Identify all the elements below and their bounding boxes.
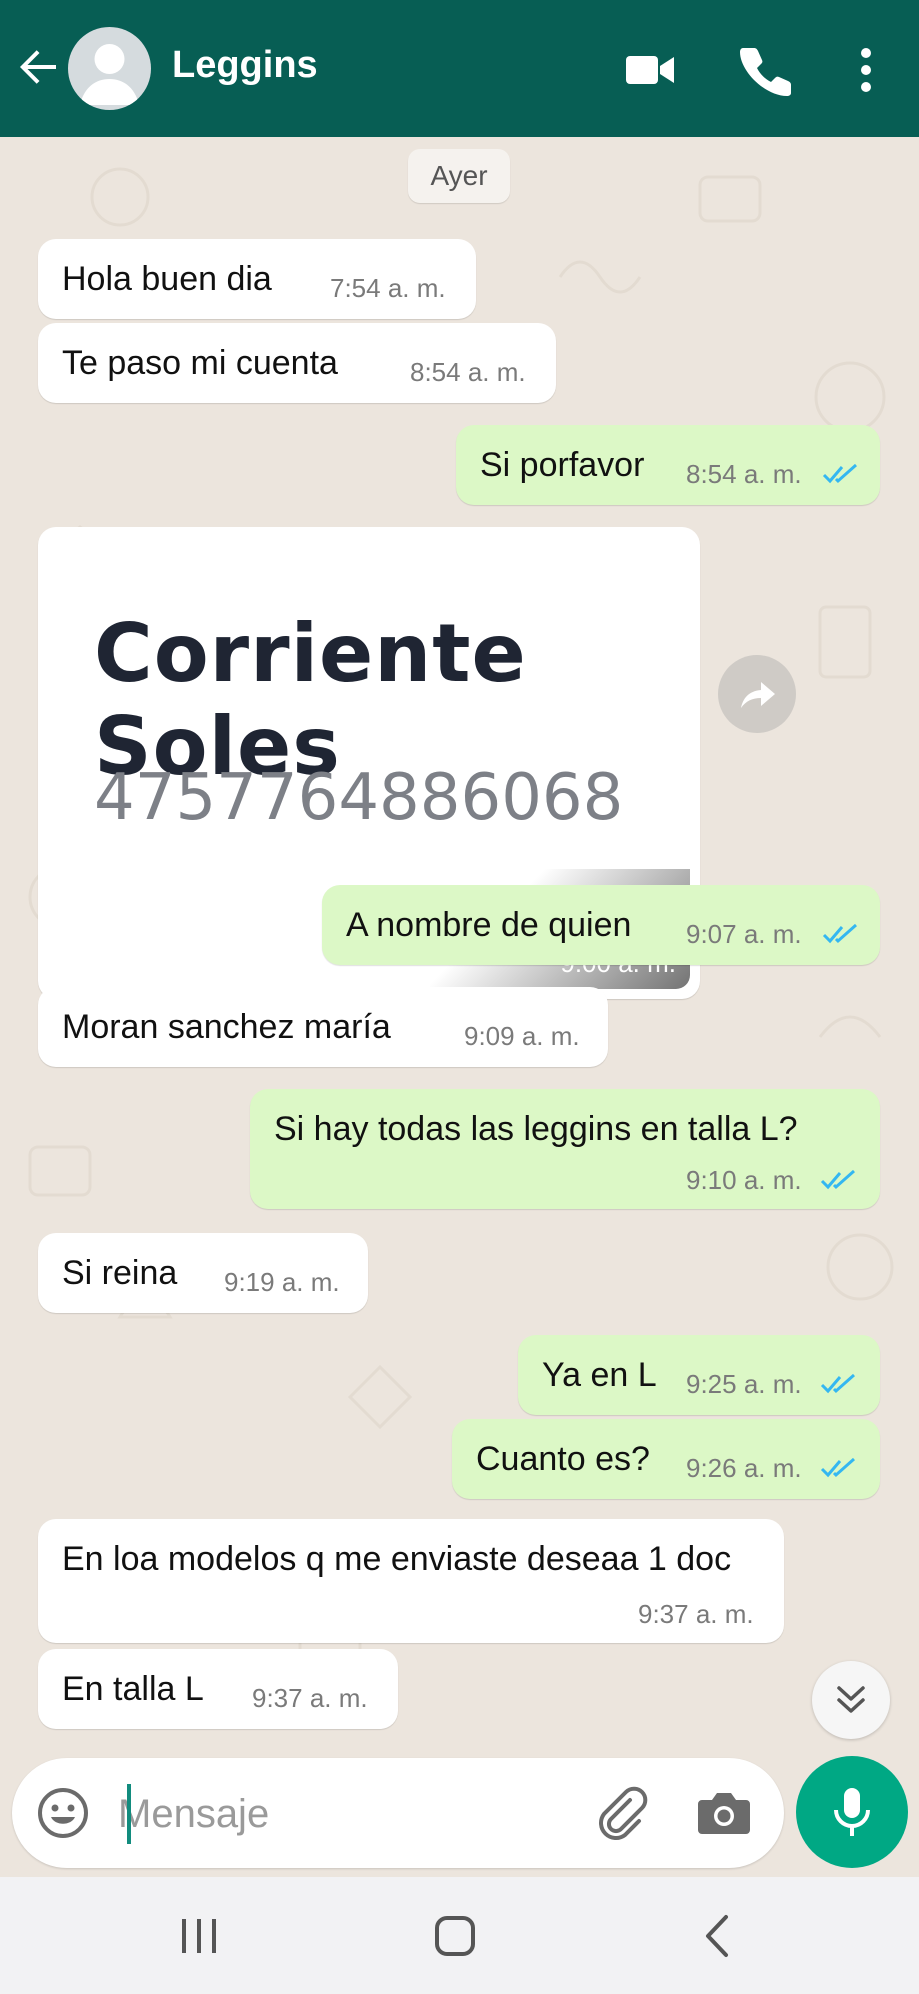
message-text: En loa modelos q me enviaste deseaa 1 do… <box>62 1540 732 1578</box>
message-text: Cuanto es? <box>476 1440 650 1478</box>
chat-area[interactable]: Ayer Hola buen dia 7:54 a. m. Te paso mi… <box>0 137 919 1877</box>
message-text: En talla L <box>62 1670 204 1708</box>
system-nav-bar <box>0 1877 919 1994</box>
message-time: 8:54 a. m. <box>686 459 802 489</box>
message-incoming[interactable]: Si reina 9:19 a. m. <box>38 1233 368 1313</box>
read-ticks-icon <box>822 923 857 944</box>
voice-message-button[interactable] <box>796 1756 908 1868</box>
more-options-icon[interactable] <box>840 44 892 96</box>
read-ticks-icon <box>820 1373 855 1394</box>
video-call-icon[interactable] <box>624 44 676 96</box>
message-input[interactable] <box>118 1784 578 1844</box>
home-icon[interactable] <box>432 1913 478 1959</box>
read-ticks-icon <box>820 1457 855 1478</box>
forward-icon <box>741 682 775 708</box>
message-incoming[interactable]: En talla L 9:37 a. m. <box>38 1649 398 1729</box>
recents-icon[interactable] <box>176 1913 222 1959</box>
day-divider: Ayer <box>408 149 510 203</box>
message-outgoing[interactable]: Si porfavor 8:54 a. m. <box>456 425 880 505</box>
message-outgoing[interactable]: A nombre de quien 9:07 a. m. <box>322 885 880 965</box>
emoji-icon[interactable] <box>36 1786 90 1840</box>
contact-name[interactable]: Leggins <box>172 44 318 87</box>
message-text: Moran sanchez maría <box>62 1008 391 1046</box>
image-number: 4757764886068 <box>94 761 624 835</box>
avatar-icon[interactable] <box>68 27 151 110</box>
message-time: 9:19 a. m. <box>224 1267 340 1297</box>
scroll-down-button[interactable] <box>812 1661 890 1739</box>
message-time: 8:54 a. m. <box>410 357 526 387</box>
scroll-down-icon <box>837 1686 865 1713</box>
back-arrow-icon[interactable] <box>16 44 62 90</box>
message-text: Ya en L <box>542 1356 657 1394</box>
message-time: 9:26 a. m. <box>686 1453 802 1483</box>
message-outgoing[interactable]: Ya en L 9:25 a. m. <box>518 1335 880 1415</box>
chat-header: Leggins <box>0 0 919 137</box>
message-text: Si porfavor <box>480 446 645 484</box>
message-incoming[interactable]: Te paso mi cuenta 8:54 a. m. <box>38 323 556 403</box>
message-time: 9:09 a. m. <box>464 1021 580 1051</box>
message-time: 9:25 a. m. <box>686 1369 802 1399</box>
message-time: 7:54 a. m. <box>330 273 446 303</box>
message-text: Te paso mi cuenta <box>62 344 338 382</box>
message-text: Si hay todas las leggins en talla L? <box>274 1110 798 1148</box>
read-ticks-icon <box>820 1169 855 1190</box>
message-incoming[interactable]: En loa modelos q me enviaste deseaa 1 do… <box>38 1519 784 1643</box>
message-outgoing[interactable]: Si hay todas las leggins en talla L? 9:1… <box>250 1089 880 1209</box>
message-incoming[interactable]: Moran sanchez maría 9:09 a. m. <box>38 987 608 1067</box>
text-caret <box>127 1784 131 1844</box>
message-text: Hola buen dia <box>62 260 272 298</box>
phone-icon[interactable] <box>740 44 792 96</box>
message-text: Si reina <box>62 1254 178 1292</box>
mic-icon <box>834 1788 870 1836</box>
message-time: 9:37 a. m. <box>638 1599 754 1629</box>
read-ticks-icon <box>822 463 857 484</box>
camera-icon[interactable] <box>696 1788 752 1838</box>
nav-back-icon[interactable] <box>696 1913 742 1959</box>
message-time: 9:37 a. m. <box>252 1683 368 1713</box>
message-time: 9:07 a. m. <box>686 919 802 949</box>
message-outgoing[interactable]: Cuanto es? 9:26 a. m. <box>452 1419 880 1499</box>
forward-button[interactable] <box>718 655 796 733</box>
message-composer <box>12 1758 784 1868</box>
message-incoming[interactable]: Hola buen dia 7:54 a. m. <box>38 239 476 319</box>
message-text: A nombre de quien <box>346 906 632 944</box>
message-time: 9:10 a. m. <box>686 1165 802 1195</box>
attach-icon[interactable] <box>594 1786 650 1842</box>
